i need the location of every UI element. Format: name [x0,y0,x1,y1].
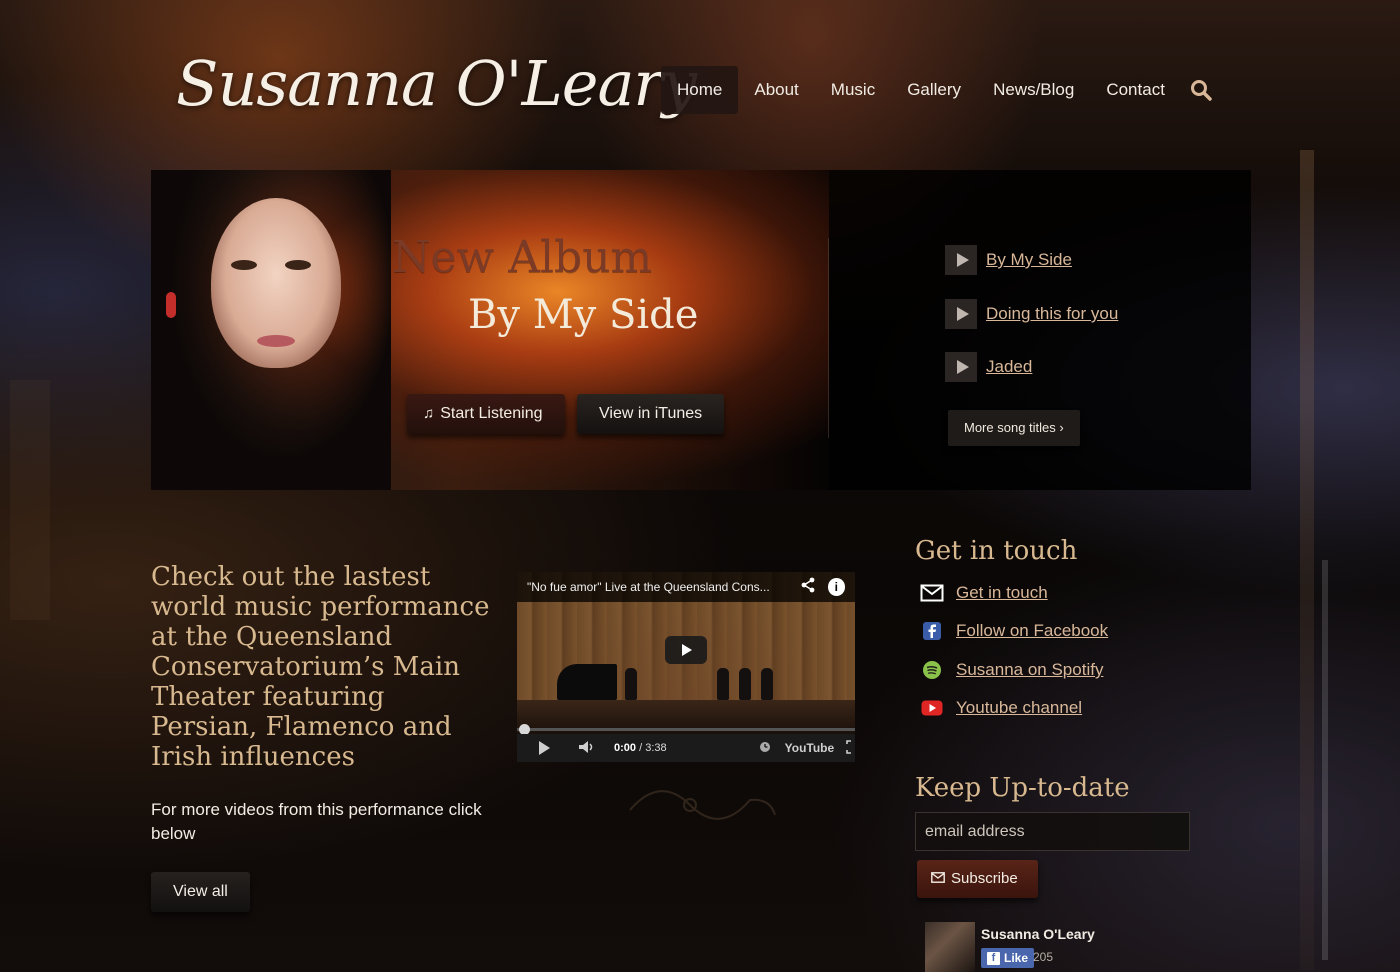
time-current: 0:00 [614,742,637,754]
watch-later-icon[interactable] [759,741,771,756]
ornament-decoration [629,790,776,820]
music-note-icon: ♫ [423,405,435,422]
envelope-icon [931,860,945,898]
like-count: 205 [1033,950,1054,964]
portrait-eye [285,260,311,270]
share-icon[interactable] [800,577,816,597]
facebook-like-widget: Susanna O'Leary f Like 205 [925,922,1165,972]
subscribe-button[interactable]: Subscribe [917,860,1038,898]
hero-divider [828,238,829,438]
play-button[interactable] [945,352,977,382]
main-nav: Home About Music Gallery News/Blog Conta… [661,66,1213,114]
facebook-page-name[interactable]: Susanna O'Leary [981,926,1095,942]
piano-figure [557,664,617,700]
play-icon [956,253,969,267]
musician-figure [761,668,773,700]
video-topbar: "No fue amor" Live at the Queensland Con… [517,572,855,602]
musician-figure [717,668,729,700]
video-title[interactable]: "No fue amor" Live at the Queensland Con… [527,580,790,594]
promo-heading: Check out the lastest world music perfor… [151,562,490,772]
contact-link-row: Youtube channel [918,695,1082,721]
start-listening-button[interactable]: ♫ Start Listening [407,394,565,434]
background-texture [1300,150,1314,970]
musician-figure [625,668,637,700]
video-time: 0:00 / 3:38 [614,742,667,754]
contact-link[interactable]: Get in touch [956,583,1048,603]
play-icon [956,307,969,321]
video-play-button[interactable] [665,636,707,664]
promo-subtext: For more videos from this performance cl… [151,800,482,843]
contact-link-row: Follow on Facebook [918,618,1108,644]
time-total: / 3:38 [639,742,667,754]
search-icon[interactable] [1189,66,1213,114]
youtube-icon [918,695,946,721]
facebook-icon [918,618,946,644]
play-icon [956,360,969,374]
song-item: Doing this for you [945,299,1118,329]
nav-music[interactable]: Music [815,66,891,114]
contact-heading: Get in touch [915,536,1078,566]
album-title: By My Side [468,292,699,338]
facebook-icon: f [987,951,1000,965]
nav-home[interactable]: Home [661,66,739,114]
facebook-page-thumbnail[interactable] [925,922,975,972]
spotify-link[interactable]: Susanna on Spotify [956,660,1103,680]
spotify-icon [918,657,946,683]
album-heading: New Album [392,232,653,283]
facebook-link[interactable]: Follow on Facebook [956,621,1108,641]
nav-about[interactable]: About [738,66,814,114]
background-texture [10,380,50,620]
view-all-button[interactable]: View all [151,872,250,912]
mail-icon [918,580,946,606]
background-texture [1322,560,1328,960]
info-icon[interactable]: i [827,578,845,596]
more-song-titles-button[interactable]: More song titles › [948,410,1080,446]
video-controls: 0:00 / 3:38 YouTube [517,734,855,762]
song-item: By My Side [945,245,1072,275]
song-link[interactable]: Doing this for you [986,304,1118,324]
play-button[interactable] [945,245,977,275]
like-label: Like [1004,951,1029,965]
site-logo[interactable]: Susanna O'Leary [176,34,697,134]
song-item: Jaded [945,352,1032,382]
youtube-link[interactable]: Youtube channel [956,698,1082,718]
view-itunes-button[interactable]: View in iTunes [577,394,725,434]
newsletter-heading: Keep Up-to-date [915,773,1130,803]
nav-contact[interactable]: Contact [1090,66,1181,114]
nav-news-blog[interactable]: News/Blog [977,66,1090,114]
video-progress-bar[interactable] [517,728,855,731]
song-link[interactable]: Jaded [986,357,1032,377]
email-field[interactable] [915,812,1190,851]
contact-link-row: Susanna on Spotify [918,657,1103,683]
youtube-logo[interactable]: YouTube [785,741,835,755]
musician-figure [739,668,751,700]
fullscreen-icon[interactable] [846,739,855,757]
portrait-lips [257,335,295,347]
video-player[interactable]: "No fue amor" Live at the Queensland Con… [517,572,855,762]
album-hero [151,170,1251,490]
portrait-eye [231,260,257,270]
facebook-like-button[interactable]: f Like [981,948,1035,968]
earring-decoration [166,292,176,318]
contact-link-row: Get in touch [918,580,1048,606]
play-icon[interactable] [539,741,550,755]
play-icon [682,644,692,656]
nav-gallery[interactable]: Gallery [891,66,977,114]
subscribe-label: Subscribe [951,870,1018,887]
volume-icon[interactable] [578,740,596,757]
start-listening-label: Start Listening [440,405,543,422]
song-link[interactable]: By My Side [986,250,1072,270]
play-button[interactable] [945,299,977,329]
